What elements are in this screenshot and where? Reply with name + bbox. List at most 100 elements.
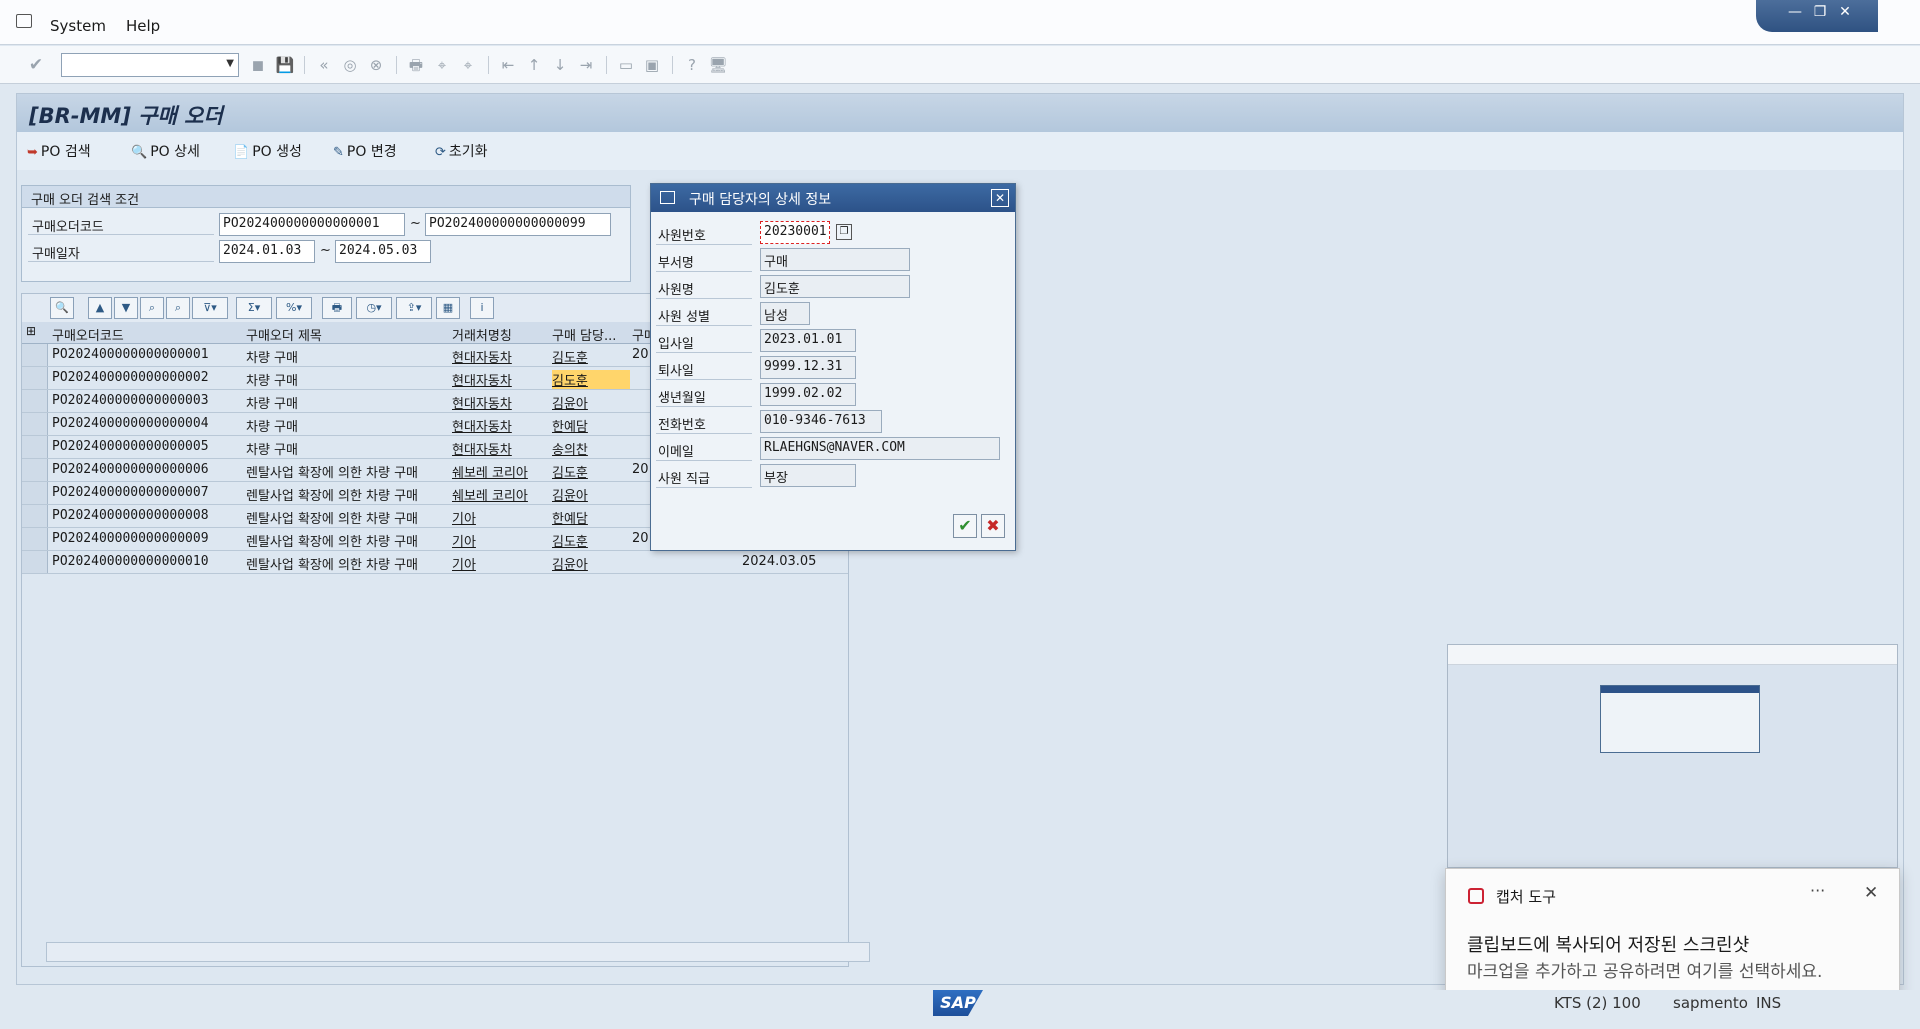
toast-close-icon[interactable]: ✕ <box>1864 883 1878 903</box>
cell-buyer[interactable]: 김도훈 <box>552 531 588 550</box>
row-selector[interactable] <box>22 344 48 366</box>
cell-vendor[interactable]: 쉐보레 코리아 <box>452 485 548 504</box>
cell-buyer[interactable]: 송의찬 <box>552 439 588 458</box>
cell-vendor[interactable]: 현대자동차 <box>452 347 548 366</box>
dialog-field-value[interactable]: 김도훈 <box>760 275 910 298</box>
row-selector[interactable] <box>22 528 48 550</box>
exit-icon[interactable]: ◎ <box>340 55 360 75</box>
screenshot-thumbnail[interactable] <box>1447 644 1898 868</box>
cell-buyer[interactable]: 김윤아 <box>552 485 588 504</box>
cell-buyer[interactable]: 한예담 <box>552 508 588 527</box>
next-page-icon[interactable]: ↓ <box>550 55 570 75</box>
col-vendor[interactable]: 거래처명칭 <box>452 325 548 344</box>
table-row[interactable]: PO202400000000000010 렌탈사업 확장에 의한 차량 구매 기아 김… <box>22 551 848 574</box>
select-all-icon[interactable]: ⊞ <box>26 324 36 338</box>
cell-vendor[interactable]: 쉐보레 코리아 <box>452 462 548 481</box>
po-change-button[interactable]: ✎ PO 변경 <box>333 141 397 161</box>
view-icon[interactable]: ◷▾ <box>356 297 392 319</box>
cancel-icon[interactable]: ⊗ <box>366 55 386 75</box>
horizontal-scrollbar[interactable] <box>46 942 870 962</box>
row-selector[interactable] <box>22 436 48 458</box>
col-po-code[interactable]: 구매오더코드 <box>52 325 238 344</box>
last-page-icon[interactable]: ⇥ <box>576 55 596 75</box>
menu-system[interactable]: System <box>50 17 106 35</box>
cell-vendor[interactable]: 현대자동차 <box>452 370 548 389</box>
cell-vendor[interactable]: 현대자동차 <box>452 439 548 458</box>
row-selector[interactable] <box>22 459 48 481</box>
window-menu-icon[interactable] <box>16 14 32 28</box>
dialog-menu-icon[interactable] <box>660 191 675 204</box>
help-icon[interactable]: ? <box>682 55 702 75</box>
filter-icon[interactable]: ⊽▾ <box>192 297 228 319</box>
row-selector[interactable] <box>22 390 48 412</box>
po-search-button[interactable]: ➥ PO 검색 <box>27 141 91 161</box>
system-info[interactable]: KTS (2) 100 <box>1554 994 1641 1012</box>
subtotal-icon[interactable]: %▾ <box>276 297 312 319</box>
print-icon[interactable]: 🖶 <box>406 55 426 75</box>
close-window-button[interactable]: ✕ <box>1836 3 1854 21</box>
find-next-icon[interactable]: ⌕ <box>166 297 190 319</box>
po-create-button[interactable]: 📄 PO 생성 <box>233 141 302 161</box>
prev-page-icon[interactable]: ↑ <box>524 55 544 75</box>
more-options-icon[interactable]: ··· <box>1810 881 1825 900</box>
details-icon[interactable]: 🔍 <box>50 297 74 319</box>
cell-vendor[interactable]: 현대자동차 <box>452 393 548 412</box>
cancel-button[interactable]: ✖ <box>981 514 1005 538</box>
row-selector[interactable] <box>22 367 48 389</box>
cell-buyer[interactable]: 김도훈 <box>552 347 588 366</box>
layout-icon[interactable]: 🖥 <box>708 55 728 75</box>
po-code-from-input[interactable]: PO202400000000000001 <box>219 213 405 236</box>
dialog-field-value[interactable]: 9999.12.31 <box>760 356 856 379</box>
layout-icon[interactable]: ▦ <box>436 297 460 319</box>
copy-icon[interactable]: ❐ <box>836 224 852 240</box>
col-po-title[interactable]: 구매오더 제목 <box>246 325 446 344</box>
command-field[interactable]: ▼ <box>61 53 239 77</box>
row-selector[interactable] <box>22 482 48 504</box>
back-icon[interactable]: ◼ <box>248 55 268 75</box>
col-buyer[interactable]: 구매 담당... <box>552 325 628 344</box>
dialog-field-value[interactable]: 남성 <box>760 302 810 325</box>
first-page-icon[interactable]: ⇤ <box>498 55 518 75</box>
restore-button[interactable]: ❐ <box>1811 3 1829 21</box>
cell-vendor[interactable]: 기아 <box>452 531 548 550</box>
dialog-field-value[interactable]: 1999.02.02 <box>760 383 856 406</box>
back-nav-icon[interactable]: « <box>314 55 334 75</box>
sort-descending-icon[interactable]: ▼ <box>114 297 138 319</box>
row-selector[interactable] <box>22 413 48 435</box>
dialog-field-value[interactable]: 부장 <box>760 464 856 487</box>
cell-buyer[interactable]: 한예담 <box>552 416 588 435</box>
sort-ascending-icon[interactable]: ▲ <box>88 297 112 319</box>
shortcut-icon[interactable]: ▣ <box>642 55 662 75</box>
dialog-field-value[interactable]: 구매 <box>760 248 910 271</box>
new-session-icon[interactable]: ▭ <box>616 55 636 75</box>
find-next-icon[interactable]: ⌖ <box>458 55 478 75</box>
dialog-close-icon[interactable]: ✕ <box>991 189 1009 207</box>
minimize-button[interactable]: — <box>1786 3 1804 21</box>
menu-help[interactable]: Help <box>126 17 160 35</box>
dialog-field-value[interactable]: 2023.01.01 <box>760 329 856 352</box>
command-input[interactable] <box>62 54 212 76</box>
cell-buyer[interactable]: 김도훈 <box>552 370 630 389</box>
po-code-to-input[interactable]: PO202400000000000099 <box>425 213 611 236</box>
enter-check-icon[interactable]: ✔ <box>26 55 46 75</box>
print-icon[interactable]: 🖶 <box>322 297 352 319</box>
find-icon[interactable]: ⌖ <box>432 55 452 75</box>
cell-vendor[interactable]: 기아 <box>452 554 548 573</box>
confirm-button[interactable]: ✔ <box>953 514 977 538</box>
dialog-field-value[interactable]: RLAEHGNS@NAVER.COM <box>760 437 1000 460</box>
dialog-field-value[interactable]: 20230001 <box>760 221 830 244</box>
export-icon[interactable]: ⇪▾ <box>396 297 432 319</box>
chevron-down-icon[interactable]: ▼ <box>226 58 234 69</box>
sum-icon[interactable]: Σ▾ <box>236 297 272 319</box>
row-selector[interactable] <box>22 505 48 527</box>
cell-buyer[interactable]: 김윤아 <box>552 393 588 412</box>
row-selector[interactable] <box>22 551 48 573</box>
cell-buyer[interactable]: 김도훈 <box>552 462 588 481</box>
cell-vendor[interactable]: 현대자동차 <box>452 416 548 435</box>
po-date-from-input[interactable]: 2024.01.03 <box>219 240 315 263</box>
info-icon[interactable]: i <box>470 297 494 319</box>
po-date-to-input[interactable]: 2024.05.03 <box>335 240 431 263</box>
po-detail-button[interactable]: 🔍 PO 상세 <box>131 141 200 161</box>
save-icon[interactable]: 💾 <box>275 55 295 75</box>
snipping-tool-toast[interactable]: 캡처 도구 ··· ✕ 클립보드에 복사되어 저장된 스크린샷 마크업을 추가하… <box>1445 868 1900 1000</box>
